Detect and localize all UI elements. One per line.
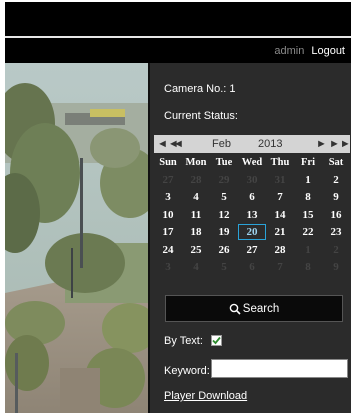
calendar-day-other[interactable]: 30	[238, 173, 266, 187]
prev-month-icon[interactable]: ◄	[173, 138, 184, 150]
calendar-day[interactable]: 27	[238, 243, 266, 257]
weekday-label: Tue	[215, 157, 233, 168]
calendar-day[interactable]: 7	[266, 190, 294, 204]
calendar-day[interactable]: 6	[238, 190, 266, 204]
weekday-label: Sat	[328, 157, 344, 168]
calendar-day[interactable]: 26	[210, 243, 238, 257]
weekday-label: Mon	[185, 157, 207, 168]
weekday-label: Wed	[241, 157, 263, 168]
calendar-day[interactable]: 21	[266, 225, 294, 239]
by-text-label: By Text:	[164, 335, 203, 347]
current-status: Current Status:	[164, 110, 238, 122]
calendar-week: 3 4 5 6 7 8 9	[154, 259, 350, 277]
calendar-week: 27 28 29 30 31 1 2	[154, 171, 350, 189]
playback-panel: Camera No.: 1 Current Status: ◄◄ ◄ Feb 2…	[148, 63, 351, 413]
calendar-week: 10 11 12 13 14 15 16	[154, 206, 350, 224]
search-button[interactable]: Search	[165, 295, 343, 322]
calendar-day-other[interactable]: 8	[294, 260, 322, 274]
by-text-checkbox[interactable]	[211, 335, 222, 346]
calendar-day[interactable]: 24	[154, 243, 182, 257]
calendar-day-other[interactable]: 29	[210, 173, 238, 187]
app-window: admin Logout Camera No.: 1 Current Statu…	[5, 2, 351, 413]
top-bar	[5, 2, 351, 36]
calendar-day[interactable]: 10	[154, 208, 182, 222]
calendar-grid: Sun Mon Tue Wed Thu Fri Sat 27 28 29 30 …	[154, 154, 350, 276]
calendar-day-other[interactable]: 3	[154, 260, 182, 274]
calendar-day[interactable]: 19	[210, 225, 238, 239]
keyword-label: Keyword:	[164, 365, 210, 377]
calendar-day[interactable]: 2	[322, 173, 350, 187]
search-button-label: Search	[242, 302, 280, 315]
keyword-input[interactable]	[211, 359, 348, 378]
calendar-week: 17 18 19 20 21 22 23	[154, 224, 350, 242]
calendar-day[interactable]: 13	[238, 208, 266, 222]
weekday-row: Sun Mon Tue Wed Thu Fri Sat	[154, 154, 350, 171]
calendar-day[interactable]: 1	[294, 173, 322, 187]
calendar-month: Feb	[212, 138, 231, 150]
camera-view	[5, 63, 160, 413]
calendar-day-other[interactable]: 1	[294, 243, 322, 257]
calendar-day-other[interactable]: 27	[154, 173, 182, 187]
calendar-year: 2013	[258, 138, 283, 150]
logout-link[interactable]: Logout	[311, 45, 345, 57]
calendar-day[interactable]: 15	[294, 208, 322, 222]
camera-number: Camera No.: 1	[164, 83, 236, 95]
calendar-week: 24 25 26 27 28 1 2	[154, 241, 350, 259]
calendar-header: ◄◄ ◄ Feb 2013 ► ►►	[154, 135, 351, 153]
camera-image	[5, 63, 160, 413]
next-month-icon[interactable]: ►	[316, 138, 327, 150]
calendar-day[interactable]: 18	[182, 225, 210, 239]
weekday-label: Fri	[301, 157, 315, 168]
calendar-day-other[interactable]: 2	[322, 243, 350, 257]
calendar-day[interactable]: 16	[322, 208, 350, 222]
search-icon	[229, 303, 241, 315]
calendar-day[interactable]: 23	[322, 225, 350, 239]
weekday-label: Thu	[270, 157, 290, 168]
calendar-day-other[interactable]: 4	[182, 260, 210, 274]
calendar-day[interactable]: 3	[154, 190, 182, 204]
calendar-day[interactable]: 4	[182, 190, 210, 204]
calendar-day-other[interactable]: 7	[266, 260, 294, 274]
weekday-label: Sun	[159, 157, 177, 168]
checkmark-icon	[212, 336, 221, 345]
player-download-link[interactable]: Player Download	[164, 390, 247, 402]
calendar-day[interactable]: 12	[210, 208, 238, 222]
calendar-day[interactable]: 28	[266, 243, 294, 257]
calendar-day-other[interactable]: 28	[182, 173, 210, 187]
calendar-day[interactable]: 22	[294, 225, 322, 239]
calendar-day[interactable]: 25	[182, 243, 210, 257]
calendar-day-other[interactable]: 9	[322, 260, 350, 274]
next-year-icon[interactable]: ►►	[329, 138, 351, 150]
calendar-day-other[interactable]: 6	[238, 260, 266, 274]
user-bar: admin Logout	[5, 38, 351, 63]
calendar-day[interactable]: 14	[266, 208, 294, 222]
username: admin	[274, 44, 305, 57]
calendar-week: 3 4 5 6 7 8 9	[154, 189, 350, 207]
calendar-day[interactable]: 9	[322, 190, 350, 204]
calendar-day[interactable]: 5	[210, 190, 238, 204]
calendar-day[interactable]: 17	[154, 225, 182, 239]
calendar-day[interactable]: 8	[294, 190, 322, 204]
calendar-day-selected[interactable]: 20	[238, 224, 266, 241]
calendar-day[interactable]: 11	[182, 208, 210, 222]
calendar-day-other[interactable]: 31	[266, 173, 294, 187]
calendar-day-other[interactable]: 5	[210, 260, 238, 274]
